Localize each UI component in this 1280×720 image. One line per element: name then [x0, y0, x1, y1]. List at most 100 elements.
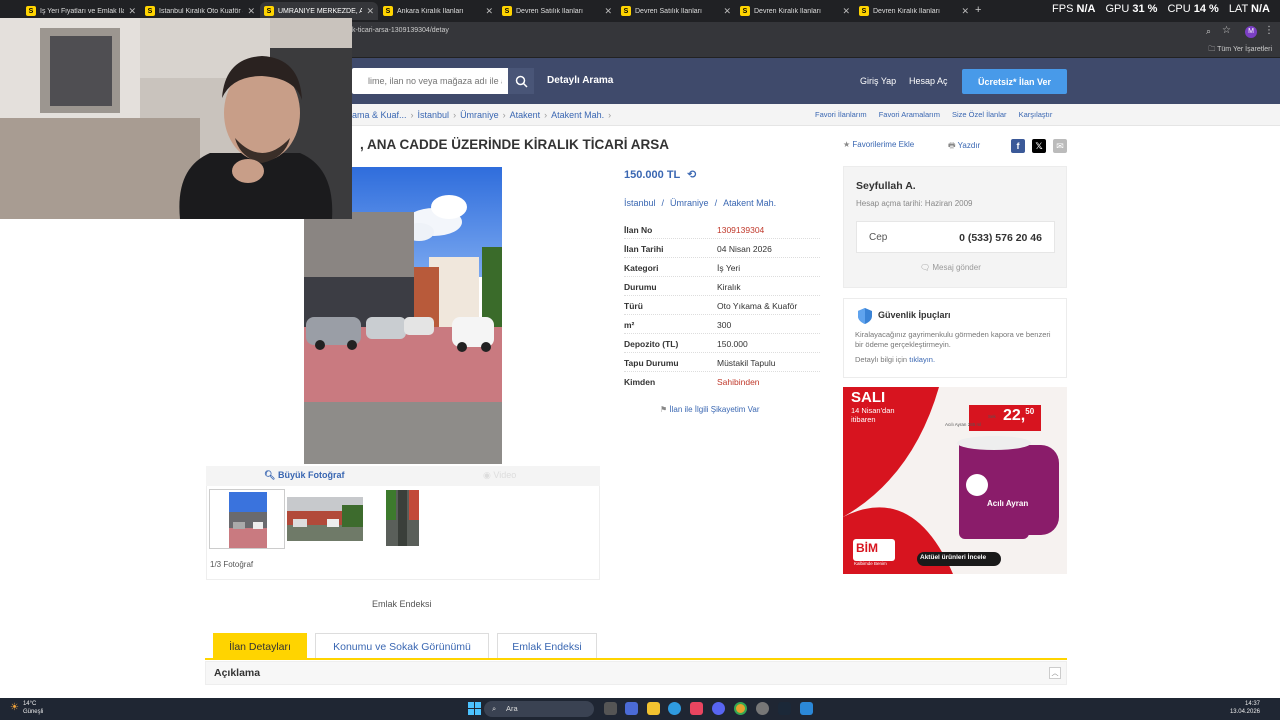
chrome-icon[interactable] [734, 702, 747, 715]
app-icon[interactable] [690, 702, 703, 715]
seller-name[interactable]: Seyfullah A. [856, 180, 916, 192]
register-link[interactable]: Hesap Aç [909, 76, 948, 86]
app-icon[interactable] [625, 702, 638, 715]
collapse-icon[interactable]: ︿ [1049, 667, 1061, 679]
location-breadcrumb: İstanbul / Ümraniye / Atakent Mah. [624, 198, 776, 208]
location-neighborhood[interactable]: Atakent Mah. [723, 198, 776, 208]
app-icon[interactable] [800, 702, 813, 715]
discord-icon[interactable] [712, 702, 725, 715]
security-more-prefix: Detaylı bilgi için [855, 355, 908, 364]
star-icon[interactable]: ☆ [1222, 25, 1231, 36]
taskbar-search[interactable]: ⌕ Ara [484, 701, 594, 717]
breadcrumb: ama & Kuaf... › İstanbul › Ümraniye › Atake… [352, 110, 611, 120]
compare-link[interactable]: Karşılaştır [1019, 110, 1053, 119]
detail-row: İlan Tarihi 04 Nisan 2026 [624, 239, 820, 258]
phone-label: Cep [869, 232, 888, 243]
file-explorer-icon[interactable] [647, 702, 660, 715]
advertisement-banner[interactable]: SALI 14 Nisan'dan itibaren Sek Acılı Ayra… [843, 387, 1067, 574]
x-twitter-icon[interactable]: 𝕏 [1032, 139, 1046, 153]
ad-size: 285 ml [967, 422, 982, 427]
menu-icon[interactable]: ⋮ [1264, 25, 1274, 36]
close-icon[interactable]: ✕ [128, 6, 136, 17]
browser-tab[interactable]: S Devren Kiralık İlanları ✕ [736, 2, 854, 20]
print-label: Yazdır [957, 141, 981, 150]
close-icon[interactable]: ✕ [961, 6, 969, 17]
all-bookmarks[interactable]: 🗀 Tüm Yer İşaretleri [1208, 45, 1272, 56]
phone-number[interactable]: 0 (533) 576 20 46 [959, 232, 1042, 244]
search-input[interactable] [352, 68, 502, 94]
chevron-right-icon: › [453, 110, 457, 120]
send-message-button[interactable]: 🗨︎ Mesaj gönder [920, 263, 981, 272]
app-icon[interactable] [756, 702, 769, 715]
tab-location-street-view[interactable]: Konumu ve Sokak Görünümü [315, 633, 489, 659]
security-more-link[interactable]: tıklayın. [909, 355, 935, 364]
location-city[interactable]: İstanbul [624, 198, 656, 208]
profile-avatar[interactable]: M [1245, 26, 1257, 38]
cpu-value: 14 % [1193, 3, 1219, 15]
post-listing-button[interactable]: Ücretsiz* İlan Ver [962, 69, 1067, 94]
location-district[interactable]: Ümraniye [670, 198, 709, 208]
ad-cta[interactable]: Aktüel ürünleri İncele [920, 554, 986, 561]
add-favorite-button[interactable]: ★ Favorilerime Ekle [843, 140, 914, 149]
ad-product-small: Acılı Ayran 285 ml [945, 422, 981, 427]
weather-widget[interactable]: ☀ 14°C Güneşli [10, 700, 43, 716]
close-icon[interactable]: ✕ [604, 6, 612, 17]
thumbnail[interactable] [287, 490, 363, 548]
print-button[interactable]: 🖶 Yazdır [948, 140, 980, 154]
thumbnail-selected[interactable] [209, 489, 285, 549]
tab-title: İş Yeri Fiyatları ve Emlak İlanları [40, 7, 125, 15]
clock-time: 14:37 [1244, 701, 1260, 707]
tab-title: Devren Kiralık İlanları [754, 7, 821, 15]
price-history-icon[interactable]: ⟲ [687, 169, 696, 181]
breadcrumb-item[interactable]: ama & Kuaf... [352, 110, 407, 120]
thumbnail[interactable] [386, 490, 419, 548]
favorite-listings-link[interactable]: Favori İlanlarım [815, 110, 867, 119]
detailed-search-link[interactable]: Detaylı Arama [547, 75, 613, 86]
close-icon[interactable]: ✕ [723, 6, 731, 17]
tab-title: Ankara Kiralık İlanları [397, 7, 464, 15]
clock[interactable]: 14:37 13.04.2026 [1230, 700, 1260, 716]
favorite-searches-link[interactable]: Favori Aramalarım [879, 110, 940, 119]
close-icon[interactable]: ✕ [247, 6, 255, 17]
email-icon[interactable]: ✉ [1053, 139, 1067, 153]
printer-icon: 🖶 [948, 141, 956, 150]
detail-key: Kimden [624, 377, 656, 387]
search-button[interactable] [508, 68, 534, 94]
detail-value: Sahibinden [717, 377, 760, 387]
breadcrumb-item[interactable]: Atakent [510, 110, 541, 120]
browser-tab[interactable]: S Devren Satılık İlanları ✕ [498, 2, 616, 20]
detail-key: İlan No [624, 225, 653, 235]
browser-tab[interactable]: S Devren Satılık İlanları ✕ [617, 2, 735, 20]
sahibinden-favicon: S [383, 6, 393, 16]
breadcrumb-item[interactable]: İstanbul [418, 110, 450, 120]
facebook-icon[interactable]: f [1011, 139, 1025, 153]
login-link[interactable]: Giriş Yap [860, 76, 896, 86]
message-icon: 🗨︎ [920, 263, 931, 272]
browser-tab[interactable]: S Ankara Kiralık İlanları ✕ [379, 2, 497, 20]
task-view-icon[interactable] [604, 702, 617, 715]
browser-tab[interactable]: S Devren Kiralık İlanları ✕ [855, 2, 973, 20]
close-icon[interactable]: ✕ [366, 6, 374, 17]
url-field[interactable]: k-ticari-arsa-1309139304/detay [352, 27, 449, 34]
ad-product: Acılı Ayran [987, 499, 1029, 508]
edge-icon[interactable] [668, 702, 681, 715]
zoom-icon[interactable]: ⌕ [1206, 26, 1211, 37]
close-icon[interactable]: ✕ [485, 6, 493, 17]
windows-start-icon[interactable] [468, 702, 481, 715]
close-icon[interactable]: ✕ [842, 6, 850, 17]
detail-key: m² [624, 320, 635, 330]
steam-icon[interactable] [778, 702, 791, 715]
large-photo-button[interactable]: 🔍︎ Büyük Fotoğraf [264, 470, 344, 481]
special-listings-link[interactable]: Size Özel İlanlar [952, 110, 1007, 119]
report-listing-link[interactable]: ⚑ İlan ile İlgili Şikayetim Var [660, 405, 760, 414]
breadcrumb-item[interactable]: Ümraniye [460, 110, 499, 120]
zoom-icon: 🔍︎ [264, 470, 276, 480]
breadcrumb-item[interactable]: Atakent Mah. [551, 110, 604, 120]
sahibinden-favicon: S [264, 6, 274, 16]
tab-title: Devren Satılık İlanları [635, 7, 702, 15]
large-photo-label: Büyük Fotoğraf [277, 470, 345, 480]
new-tab-icon[interactable]: + [975, 4, 981, 16]
tab-listing-details[interactable]: İlan Detayları [213, 633, 307, 659]
video-label: Video [493, 470, 517, 480]
tab-emlak-endeksi[interactable]: Emlak Endeksi [497, 633, 597, 659]
